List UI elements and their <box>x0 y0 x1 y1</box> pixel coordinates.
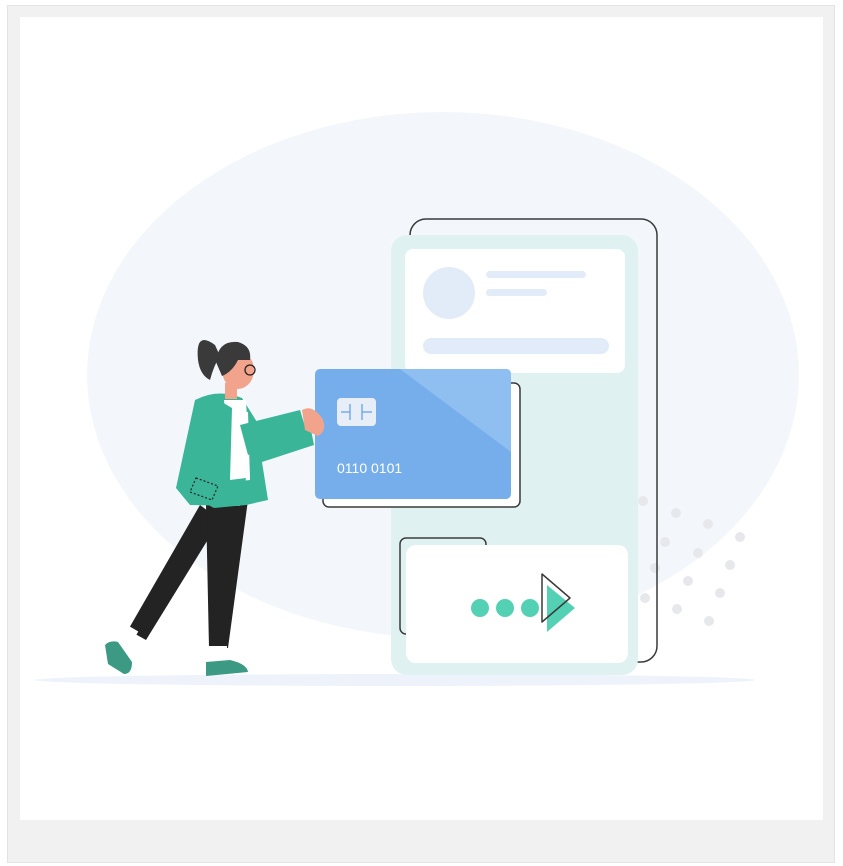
subtitle-line-placeholder <box>486 289 547 296</box>
name-line-placeholder <box>486 271 586 278</box>
card-number: 0110 0101 <box>337 460 402 476</box>
credit-card: 0110 0101 <box>315 369 511 499</box>
next-button-panel <box>406 545 628 663</box>
avatar-placeholder <box>423 267 475 319</box>
field-bar-placeholder <box>423 338 609 354</box>
payment-illustration: 0110 0101 <box>35 112 799 686</box>
progress-dots <box>471 599 539 617</box>
illustration-canvas: 0110 0101 <box>20 17 823 820</box>
ground-shadow <box>35 674 755 686</box>
